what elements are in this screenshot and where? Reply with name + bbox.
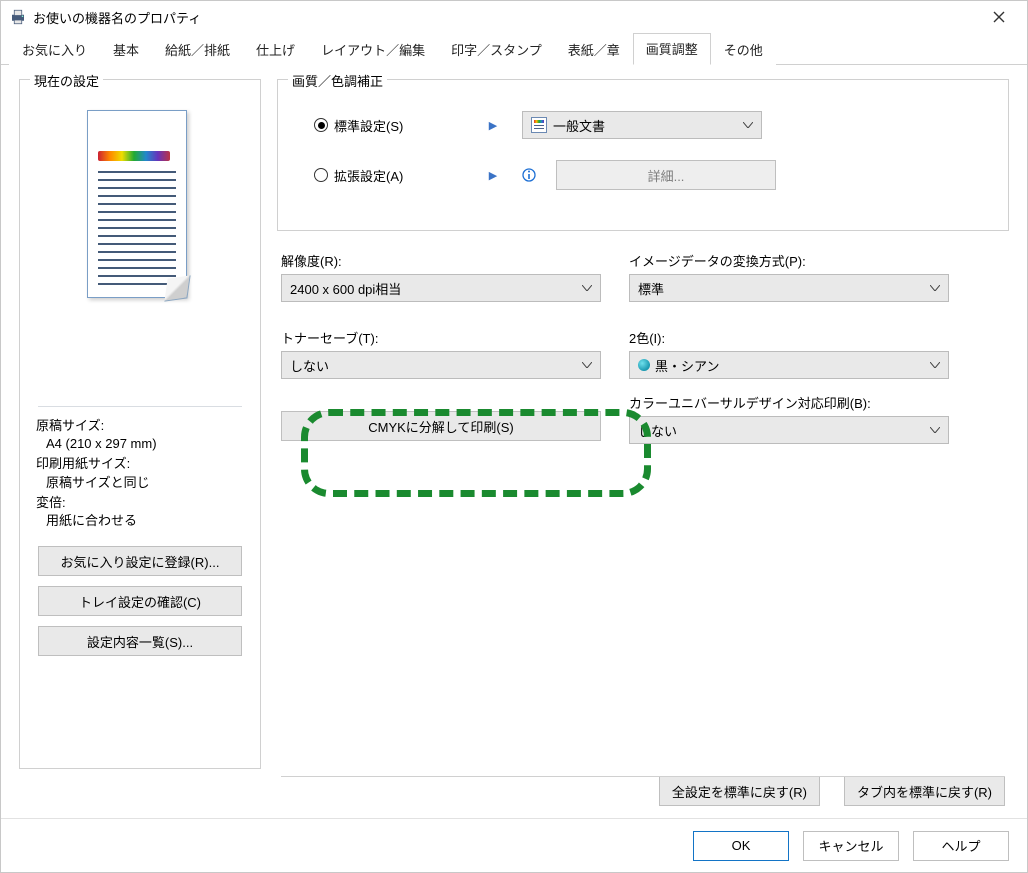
- triangle-right-icon: ▶: [484, 169, 502, 182]
- two-color-label: 2色(I):: [629, 328, 949, 347]
- preview-text-lines: [98, 171, 176, 285]
- main-content: 画質／色調補正 標準設定(S) ▶ 一般文書: [277, 79, 1009, 806]
- titlebar: お使いの機器名のプロパティ: [1, 1, 1027, 33]
- close-button[interactable]: [979, 1, 1019, 33]
- extended-setting-radio[interactable]: 拡張設定(A): [314, 166, 464, 185]
- two-color-select[interactable]: 黒・シアン: [629, 351, 949, 379]
- properties-dialog: お使いの機器名のプロパティ お気に入り 基本 給紙／排紙 仕上げ レイアウト／編…: [0, 0, 1028, 873]
- chevron-down-icon: [930, 362, 940, 368]
- toner-save-label: トナーセーブ(T):: [281, 328, 601, 347]
- resolution-label: 解像度(R):: [281, 251, 601, 270]
- page-preview-sheet: [87, 110, 187, 298]
- sidebar: 現在の設定 原稿サイズ: A4 (210 x 297: [19, 79, 261, 806]
- sidebar-buttons: お気に入り設定に登録(R)... トレイ設定の確認(C) 設定内容一覧(S)..…: [32, 538, 248, 664]
- info-icon: [522, 168, 536, 182]
- paper-size-label: 印刷用紙サイズ:: [36, 455, 244, 473]
- page-preview: [85, 108, 195, 308]
- zoom-value: 用紙に合わせる: [36, 512, 244, 530]
- standard-setting-radio[interactable]: 標準設定(S): [314, 116, 464, 135]
- cud-value: しない: [638, 421, 677, 440]
- register-favorite-button[interactable]: お気に入り設定に登録(R)...: [38, 546, 242, 576]
- reset-tab-button[interactable]: タブ内を標準に戻す(R): [844, 776, 1005, 806]
- extended-setting-label: 拡張設定(A): [334, 166, 403, 185]
- content-bottom-actions: 全設定を標準に戻す(R) タブ内を標準に戻す(R): [277, 770, 1009, 806]
- quality-correction-legend: 画質／色調補正: [288, 71, 387, 90]
- radio-unchecked-icon: [314, 168, 328, 182]
- quality-details-button[interactable]: 詳細...: [556, 160, 776, 190]
- chevron-down-icon: [743, 122, 753, 128]
- standard-setting-label: 標準設定(S): [334, 116, 403, 135]
- cmyk-field: CMYKに分解して印刷(S): [281, 411, 601, 444]
- document-icon: [531, 117, 547, 133]
- resolution-value: 2400 x 600 dpi相当: [290, 279, 401, 298]
- bottom-separator: [281, 776, 1005, 777]
- chevron-down-icon: [582, 285, 592, 291]
- toner-save-value: しない: [290, 356, 329, 375]
- toner-save-select[interactable]: しない: [281, 351, 601, 379]
- cud-label: カラーユニバーサルデザイン対応印刷(B):: [629, 393, 949, 412]
- quality-preset-select[interactable]: 一般文書: [522, 111, 762, 139]
- current-settings-legend: 現在の設定: [30, 71, 103, 90]
- two-color-field: 2色(I): 黒・シアン: [629, 328, 949, 379]
- ok-button[interactable]: OK: [693, 831, 789, 861]
- current-settings-group: 現在の設定 原稿サイズ: A4 (210 x 297: [19, 79, 261, 769]
- quality-correction-group: 画質／色調補正 標準設定(S) ▶ 一般文書: [277, 79, 1009, 231]
- reset-all-button[interactable]: 全設定を標準に戻す(R): [659, 776, 820, 806]
- zoom-label: 変倍:: [36, 494, 244, 512]
- radio-checked-icon: [314, 118, 328, 132]
- window-title: お使いの機器名のプロパティ: [33, 8, 979, 27]
- tab-paper[interactable]: 給紙／排紙: [152, 34, 243, 65]
- paper-size-value: 原稿サイズと同じ: [36, 474, 244, 492]
- cud-field: カラーユニバーサルデザイン対応印刷(B): しない: [629, 393, 949, 444]
- tab-finish[interactable]: 仕上げ: [243, 34, 308, 65]
- help-button[interactable]: ヘルプ: [913, 831, 1009, 861]
- triangle-right-icon: ▶: [484, 119, 502, 132]
- chevron-down-icon: [582, 362, 592, 368]
- two-color-value: 黒・シアン: [655, 356, 719, 375]
- printer-icon: [9, 8, 27, 26]
- cyan-dot-icon: [638, 359, 650, 371]
- settings-list-button[interactable]: 設定内容一覧(S)...: [38, 626, 242, 656]
- quality-form-grid: 解像度(R): 2400 x 600 dpi相当 イメージデータの変換方式(P)…: [281, 251, 1009, 444]
- doc-size-label: 原稿サイズ:: [36, 417, 244, 435]
- tab-strip: お気に入り 基本 給紙／排紙 仕上げ レイアウト／編集 印字／スタンプ 表紙／章…: [1, 33, 1027, 65]
- cancel-button[interactable]: キャンセル: [803, 831, 899, 861]
- dialog-body: 現在の設定 原稿サイズ: A4 (210 x 297: [1, 65, 1027, 818]
- quality-preset-value: 一般文書: [553, 116, 605, 135]
- resolution-select[interactable]: 2400 x 600 dpi相当: [281, 274, 601, 302]
- image-conversion-field: イメージデータの変換方式(P): 標準: [629, 251, 949, 302]
- dialog-footer: OK キャンセル ヘルプ: [1, 818, 1027, 872]
- image-conversion-value: 標準: [638, 279, 664, 298]
- toner-save-field: トナーセーブ(T): しない: [281, 328, 601, 379]
- tab-other[interactable]: その他: [711, 34, 776, 65]
- chevron-down-icon: [930, 427, 940, 433]
- close-icon: [993, 11, 1005, 23]
- doc-size-value: A4 (210 x 297 mm): [36, 435, 244, 453]
- image-conversion-label: イメージデータの変換方式(P):: [629, 251, 949, 270]
- color-bar-icon: [98, 151, 170, 161]
- cud-select[interactable]: しない: [629, 416, 949, 444]
- chevron-down-icon: [930, 285, 940, 291]
- tab-basic[interactable]: 基本: [100, 34, 152, 65]
- cmyk-separate-button[interactable]: CMYKに分解して印刷(S): [281, 411, 601, 441]
- tab-stamp[interactable]: 印字／スタンプ: [438, 34, 555, 65]
- sidebar-divider: [38, 406, 242, 407]
- resolution-field: 解像度(R): 2400 x 600 dpi相当: [281, 251, 601, 302]
- tab-cover[interactable]: 表紙／章: [555, 34, 633, 65]
- tray-confirm-button[interactable]: トレイ設定の確認(C): [38, 586, 242, 616]
- settings-summary: 原稿サイズ: A4 (210 x 297 mm) 印刷用紙サイズ: 原稿サイズと…: [32, 417, 248, 538]
- image-conversion-select[interactable]: 標準: [629, 274, 949, 302]
- tab-layout[interactable]: レイアウト／編集: [308, 34, 438, 65]
- tab-favorites[interactable]: お気に入り: [9, 34, 100, 65]
- tab-image-quality[interactable]: 画質調整: [633, 33, 711, 65]
